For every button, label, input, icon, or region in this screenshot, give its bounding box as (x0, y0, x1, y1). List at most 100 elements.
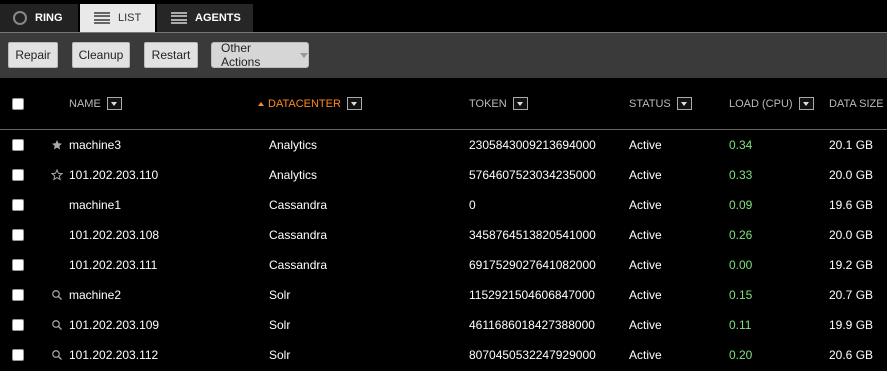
column-load-label: LOAD (CPU) (729, 97, 793, 110)
node-load: 0.11 (729, 318, 752, 332)
column-header-name[interactable]: NAME (69, 78, 122, 129)
row-checkbox[interactable] (12, 250, 24, 280)
search-icon (49, 340, 65, 370)
row-checkbox[interactable] (12, 310, 24, 340)
list-icon (171, 12, 187, 24)
repair-button[interactable]: Repair (8, 42, 58, 68)
node-data-size: 20.6 GB (829, 348, 874, 362)
node-load: 0.15 (729, 288, 753, 302)
table-row[interactable]: machine2 Solr 1152921504606847000 Active 0.1… (0, 280, 887, 310)
table-body: machine3 Analytics 2305843009213694000 Acti… (0, 130, 887, 370)
row-marker (49, 190, 65, 220)
table-row[interactable]: 101.202.203.111 Cassandra 6917529027641082… (0, 250, 887, 280)
node-datacenter: Cassandra (269, 198, 328, 212)
node-datacenter: Solr (269, 348, 291, 362)
node-name: 101.202.203.111 (69, 258, 158, 272)
column-header-datacenter[interactable]: DATACENTER (258, 78, 362, 129)
column-menu-icon[interactable] (346, 97, 362, 110)
tab-list-label: LIST (118, 12, 142, 24)
list-icon (94, 12, 110, 24)
table-row[interactable]: 101.202.203.109 Solr 4611686018427388000 Ac… (0, 310, 887, 340)
node-name: machine2 (69, 288, 122, 302)
table-row[interactable]: machine3 Analytics 2305843009213694000 Acti… (0, 130, 887, 160)
search-icon (49, 310, 65, 340)
row-checkbox[interactable] (12, 220, 24, 250)
table-row[interactable]: 101.202.203.110 Analytics 5764607523034235… (0, 160, 887, 190)
column-menu-icon[interactable] (798, 97, 814, 110)
node-status: Active (629, 168, 662, 182)
node-token: 1152921504606847000 (469, 288, 595, 302)
row-checkbox[interactable] (12, 280, 24, 310)
column-header-status[interactable]: STATUS (629, 78, 692, 129)
node-status: Active (629, 348, 662, 362)
node-token: 4611686018427388000 (469, 318, 595, 332)
node-name: 101.202.203.110 (69, 168, 159, 182)
star-filled-icon (49, 130, 65, 160)
node-table: NAME DATACENTER TOKEN STATUS LOAD (CPU) … (0, 78, 887, 370)
node-status: Active (629, 228, 662, 242)
node-datacenter: Analytics (269, 168, 318, 182)
node-load: 0.33 (729, 168, 753, 182)
node-datacenter: Cassandra (269, 258, 328, 272)
table-header: NAME DATACENTER TOKEN STATUS LOAD (CPU) … (0, 78, 887, 130)
node-load: 0.34 (729, 138, 753, 152)
node-name: machine3 (69, 138, 122, 152)
node-data-size: 20.1 GB (829, 138, 874, 152)
node-data-size: 19.9 GB (829, 318, 874, 332)
tab-agents[interactable]: AGENTS (157, 4, 253, 32)
column-data-size-label: DATA SIZE (829, 97, 884, 110)
row-marker (49, 220, 65, 250)
node-status: Active (629, 318, 662, 332)
column-menu-icon[interactable] (512, 97, 528, 110)
node-token: 8070450532247929000 (469, 348, 596, 362)
column-name-label: NAME (69, 97, 101, 110)
tab-list[interactable]: LIST (80, 4, 155, 32)
row-checkbox[interactable] (12, 160, 24, 190)
column-menu-icon[interactable] (676, 97, 692, 110)
view-tabs: RING LIST AGENTS (0, 0, 887, 32)
node-load: 0.00 (729, 258, 753, 272)
node-data-size: 20.7 GB (829, 288, 874, 302)
node-load: 0.26 (729, 228, 753, 242)
node-datacenter: Solr (269, 318, 291, 332)
table-row[interactable]: 101.202.203.108 Cassandra 3458764513820541… (0, 220, 887, 250)
row-checkbox[interactable] (12, 190, 24, 220)
row-marker (49, 250, 65, 280)
tab-ring-label: RING (35, 12, 63, 24)
node-data-size: 20.0 GB (829, 228, 874, 242)
node-name: 101.202.203.109 (69, 318, 160, 332)
node-load: 0.20 (729, 348, 753, 362)
action-toolbar: Repair Cleanup Restart Other Actions (0, 32, 887, 78)
node-data-size: 20.0 GB (829, 168, 874, 182)
node-token: 3458764513820541000 (469, 228, 596, 242)
table-row[interactable]: 101.202.203.112 Solr 8070450532247929000 Ac… (0, 340, 887, 370)
restart-button[interactable]: Restart (144, 42, 198, 68)
node-status: Active (629, 258, 662, 272)
select-all-checkbox[interactable] (12, 78, 24, 129)
node-datacenter: Cassandra (269, 228, 328, 242)
row-checkbox[interactable] (12, 130, 24, 160)
node-token: 6917529027641082000 (469, 258, 596, 272)
column-token-label: TOKEN (469, 97, 507, 110)
node-name: machine1 (69, 198, 122, 212)
chevron-down-icon (300, 52, 308, 58)
cleanup-button[interactable]: Cleanup (72, 42, 130, 68)
node-name: 101.202.203.108 (69, 228, 160, 242)
star-outline-icon (49, 160, 65, 190)
column-status-label: STATUS (629, 97, 671, 110)
node-datacenter: Analytics (269, 138, 318, 152)
other-actions-dropdown[interactable]: Other Actions (211, 41, 309, 69)
column-menu-icon[interactable] (106, 97, 122, 110)
node-name: 101.202.203.112 (69, 348, 159, 362)
node-status: Active (629, 138, 662, 152)
row-checkbox[interactable] (12, 340, 24, 370)
column-header-load[interactable]: LOAD (CPU) (729, 78, 814, 129)
sort-ascending-icon (258, 101, 264, 106)
column-header-token[interactable]: TOKEN (469, 78, 528, 129)
ring-icon (13, 11, 27, 25)
column-header-data-size[interactable]: DATA SIZE (829, 78, 884, 129)
tab-agents-label: AGENTS (195, 12, 241, 24)
table-row[interactable]: machine1 Cassandra 0 Active 0.09 19.6 GB (0, 190, 887, 220)
tab-ring[interactable]: RING (0, 4, 78, 32)
search-icon (49, 280, 65, 310)
